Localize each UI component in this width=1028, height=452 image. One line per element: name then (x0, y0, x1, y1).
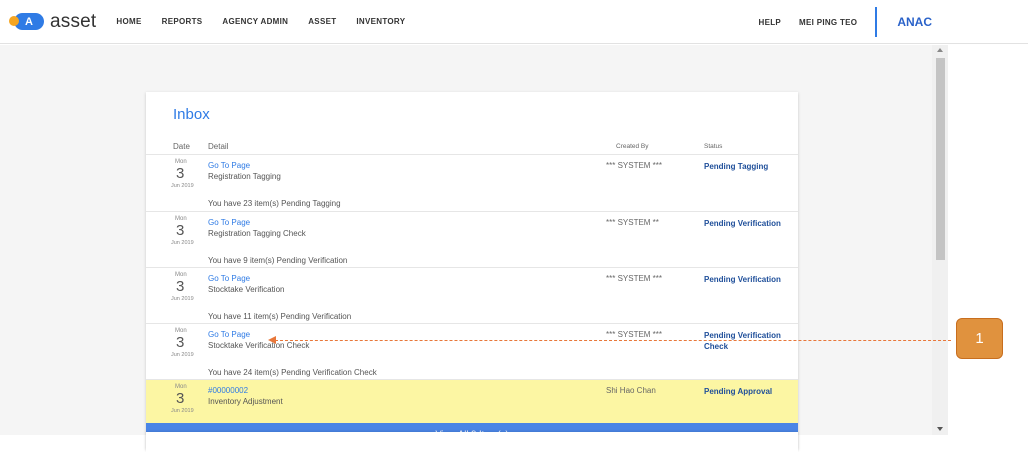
row-status: Pending Tagging (704, 162, 769, 171)
row-day: 3 (176, 334, 185, 351)
inbox-card: Inbox Date Detail Created By Status Mon … (146, 92, 798, 449)
row-day: 3 (176, 165, 185, 182)
inbox-title: Inbox (173, 106, 210, 123)
go-to-page-link[interactable]: Go To Page (208, 330, 250, 339)
row-day: 3 (176, 222, 185, 239)
header-created-by: Created By (616, 143, 649, 150)
inbox-row-highlighted: Mon 3 Jun 2019 #00000002 Inventory Adjus… (146, 379, 798, 423)
nav-asset[interactable]: ASSET (308, 17, 336, 26)
row-message: You have 11 item(s) Pending Verification (208, 312, 352, 321)
row-message: You have 9 item(s) Pending Verification (208, 256, 348, 265)
annotation-dashed-line (275, 340, 951, 341)
row-month: Jun 2019 (171, 240, 194, 246)
header-detail: Detail (208, 142, 229, 151)
row-month: Jun 2019 (171, 296, 194, 302)
nav-reports[interactable]: REPORTS (162, 17, 203, 26)
top-navbar: A asset HOME REPORTS AGENCY ADMIN ASSET … (0, 0, 1028, 44)
nav-help[interactable]: HELP (759, 18, 782, 27)
row-status: Pending Verification (704, 219, 781, 228)
go-to-page-link[interactable]: Go To Page (208, 218, 250, 227)
row-type: Inventory Adjustment (208, 397, 283, 406)
row-type: Stocktake Verification Check (208, 341, 310, 350)
vertical-scrollbar[interactable] (932, 45, 948, 435)
nav-divider (875, 7, 878, 37)
row-type: Registration Tagging (208, 172, 281, 181)
row-message: You have 23 item(s) Pending Tagging (208, 199, 341, 208)
nav-org[interactable]: ANAC (897, 15, 932, 29)
row-created-by: Shi Hao Chan (606, 386, 656, 395)
row-status: Pending Verification Check (704, 331, 781, 351)
row-created-by: *** SYSTEM ** (606, 218, 659, 227)
inbox-row: Mon 3 Jun 2019 Go To Page Stocktake Veri… (146, 323, 798, 379)
nav-home[interactable]: HOME (116, 17, 141, 26)
logo-letter: A (25, 15, 33, 28)
logo-badge-icon: A (9, 13, 44, 30)
row-month: Jun 2019 (171, 183, 194, 189)
go-to-page-link[interactable]: Go To Page (208, 161, 250, 170)
row-status: Pending Approval (704, 387, 773, 396)
row-type: Stocktake Verification (208, 285, 285, 294)
main-nav: HOME REPORTS AGENCY ADMIN ASSET INVENTOR… (116, 17, 425, 26)
row-month: Jun 2019 (171, 352, 194, 358)
scroll-down-arrow-icon[interactable] (937, 427, 943, 431)
nav-right: HELP MEI PING TEO ANAC (759, 0, 1028, 44)
row-created-by: *** SYSTEM *** (606, 274, 663, 283)
next-card-stub (146, 432, 798, 452)
row-month: Jun 2019 (171, 408, 194, 414)
row-day: 3 (176, 390, 185, 407)
header-status: Status (704, 143, 723, 150)
annotation-arrowhead-icon (268, 336, 276, 344)
page-background: Inbox Date Detail Created By Status Mon … (0, 45, 940, 449)
row-created-by: *** SYSTEM *** (606, 161, 663, 170)
scroll-thumb[interactable] (936, 58, 945, 260)
row-type: Registration Tagging Check (208, 229, 306, 238)
go-to-page-link[interactable]: Go To Page (208, 274, 250, 283)
row-message: You have 24 item(s) Pending Verification… (208, 368, 377, 377)
nav-inventory[interactable]: INVENTORY (356, 17, 405, 26)
inbox-row: Mon 3 Jun 2019 Go To Page Registration T… (146, 211, 798, 267)
annotation-badge: 1 (956, 318, 1003, 359)
inbox-row: Mon 3 Jun 2019 Go To Page Registration T… (146, 154, 798, 211)
header-date: Date (173, 142, 190, 151)
app-logo[interactable]: A asset (9, 10, 97, 33)
row-status: Pending Verification (704, 275, 781, 284)
row-day: 3 (176, 278, 185, 295)
document-number-link[interactable]: #00000002 (208, 386, 248, 395)
inbox-row: Mon 3 Jun 2019 Go To Page Stocktake Veri… (146, 267, 798, 323)
nav-user-menu[interactable]: MEI PING TEO (799, 18, 857, 27)
nav-agency-admin[interactable]: AGENCY ADMIN (222, 17, 288, 26)
logo-text: asset (50, 10, 97, 32)
scroll-up-arrow-icon[interactable] (937, 48, 943, 52)
row-created-by: *** SYSTEM *** (606, 330, 663, 339)
